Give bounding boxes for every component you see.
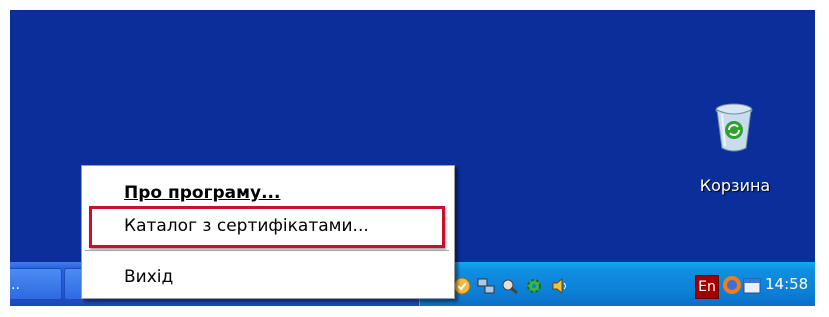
system-tray: En 14:58 bbox=[418, 262, 815, 306]
taskbar-clock[interactable]: 14:58 bbox=[765, 262, 808, 306]
menu-item-exit[interactable]: Вихід bbox=[82, 262, 454, 292]
taskbar-button-1[interactable]: .. bbox=[10, 268, 62, 300]
volume-icon[interactable] bbox=[551, 277, 569, 295]
tools-icon[interactable] bbox=[501, 277, 519, 295]
highlight-annotation bbox=[89, 206, 445, 248]
calendar-icon[interactable] bbox=[743, 277, 761, 295]
recycle-bin-shortcut[interactable]: Корзина bbox=[690, 102, 780, 202]
menu-item-about[interactable]: Про програму... bbox=[82, 178, 454, 208]
network-connections-icon[interactable] bbox=[477, 277, 495, 295]
firefox-icon[interactable] bbox=[722, 275, 742, 295]
gear-icon[interactable] bbox=[525, 277, 543, 295]
recycle-bin-label: Корзина bbox=[699, 176, 771, 195]
recycle-bin-icon bbox=[715, 103, 753, 152]
tray-context-menu: Про програму... Каталог з сертифікатами.… bbox=[81, 165, 455, 299]
language-indicator[interactable]: En bbox=[695, 275, 719, 299]
menu-separator bbox=[85, 250, 449, 251]
clock-app-icon[interactable] bbox=[453, 277, 471, 295]
desktop: Корзина .. En 14:58 Про програму... Ката… bbox=[10, 10, 815, 306]
